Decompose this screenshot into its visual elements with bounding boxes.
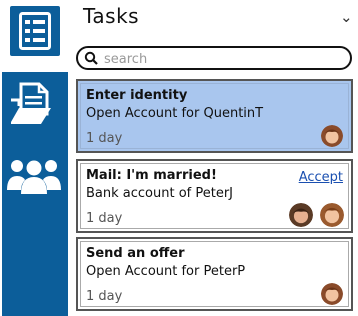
nav-item-tasks[interactable] xyxy=(2,0,68,66)
avatar xyxy=(289,203,313,227)
avatar xyxy=(321,283,343,305)
task-title: Send an offer xyxy=(86,246,185,261)
task-age: 1 day xyxy=(86,211,123,226)
search-box xyxy=(76,46,352,70)
page-title: Tasks xyxy=(83,4,140,28)
task-title: Mail: I'm married! xyxy=(86,168,217,183)
tasks-list-icon xyxy=(19,12,51,50)
task-card[interactable]: Mail: I'm married! Bank account of Peter… xyxy=(76,159,353,233)
chevron-down-icon[interactable]: ⌄ xyxy=(340,8,353,26)
nav-item-documents[interactable] xyxy=(2,76,68,132)
search-input[interactable] xyxy=(102,49,346,69)
accept-link[interactable]: Accept xyxy=(299,170,343,185)
task-card[interactable]: Send an offer Open Account for PeterP 1 … xyxy=(76,237,353,311)
task-card[interactable]: Enter identity Open Account for QuentinT… xyxy=(76,79,353,153)
task-title: Enter identity xyxy=(86,88,188,103)
nav-rail xyxy=(0,0,69,316)
task-subtitle: Open Account for QuentinT xyxy=(86,106,264,121)
avatar xyxy=(321,125,343,147)
search-icon xyxy=(84,51,98,65)
task-age: 1 day xyxy=(86,289,123,304)
task-subtitle: Bank account of PeterJ xyxy=(86,186,234,201)
document-folder-icon xyxy=(11,82,51,124)
people-group-icon xyxy=(7,160,61,194)
nav-item-people[interactable] xyxy=(2,148,68,204)
task-subtitle: Open Account for PeterP xyxy=(86,264,246,279)
avatar xyxy=(320,203,344,227)
task-age: 1 day xyxy=(86,131,123,146)
